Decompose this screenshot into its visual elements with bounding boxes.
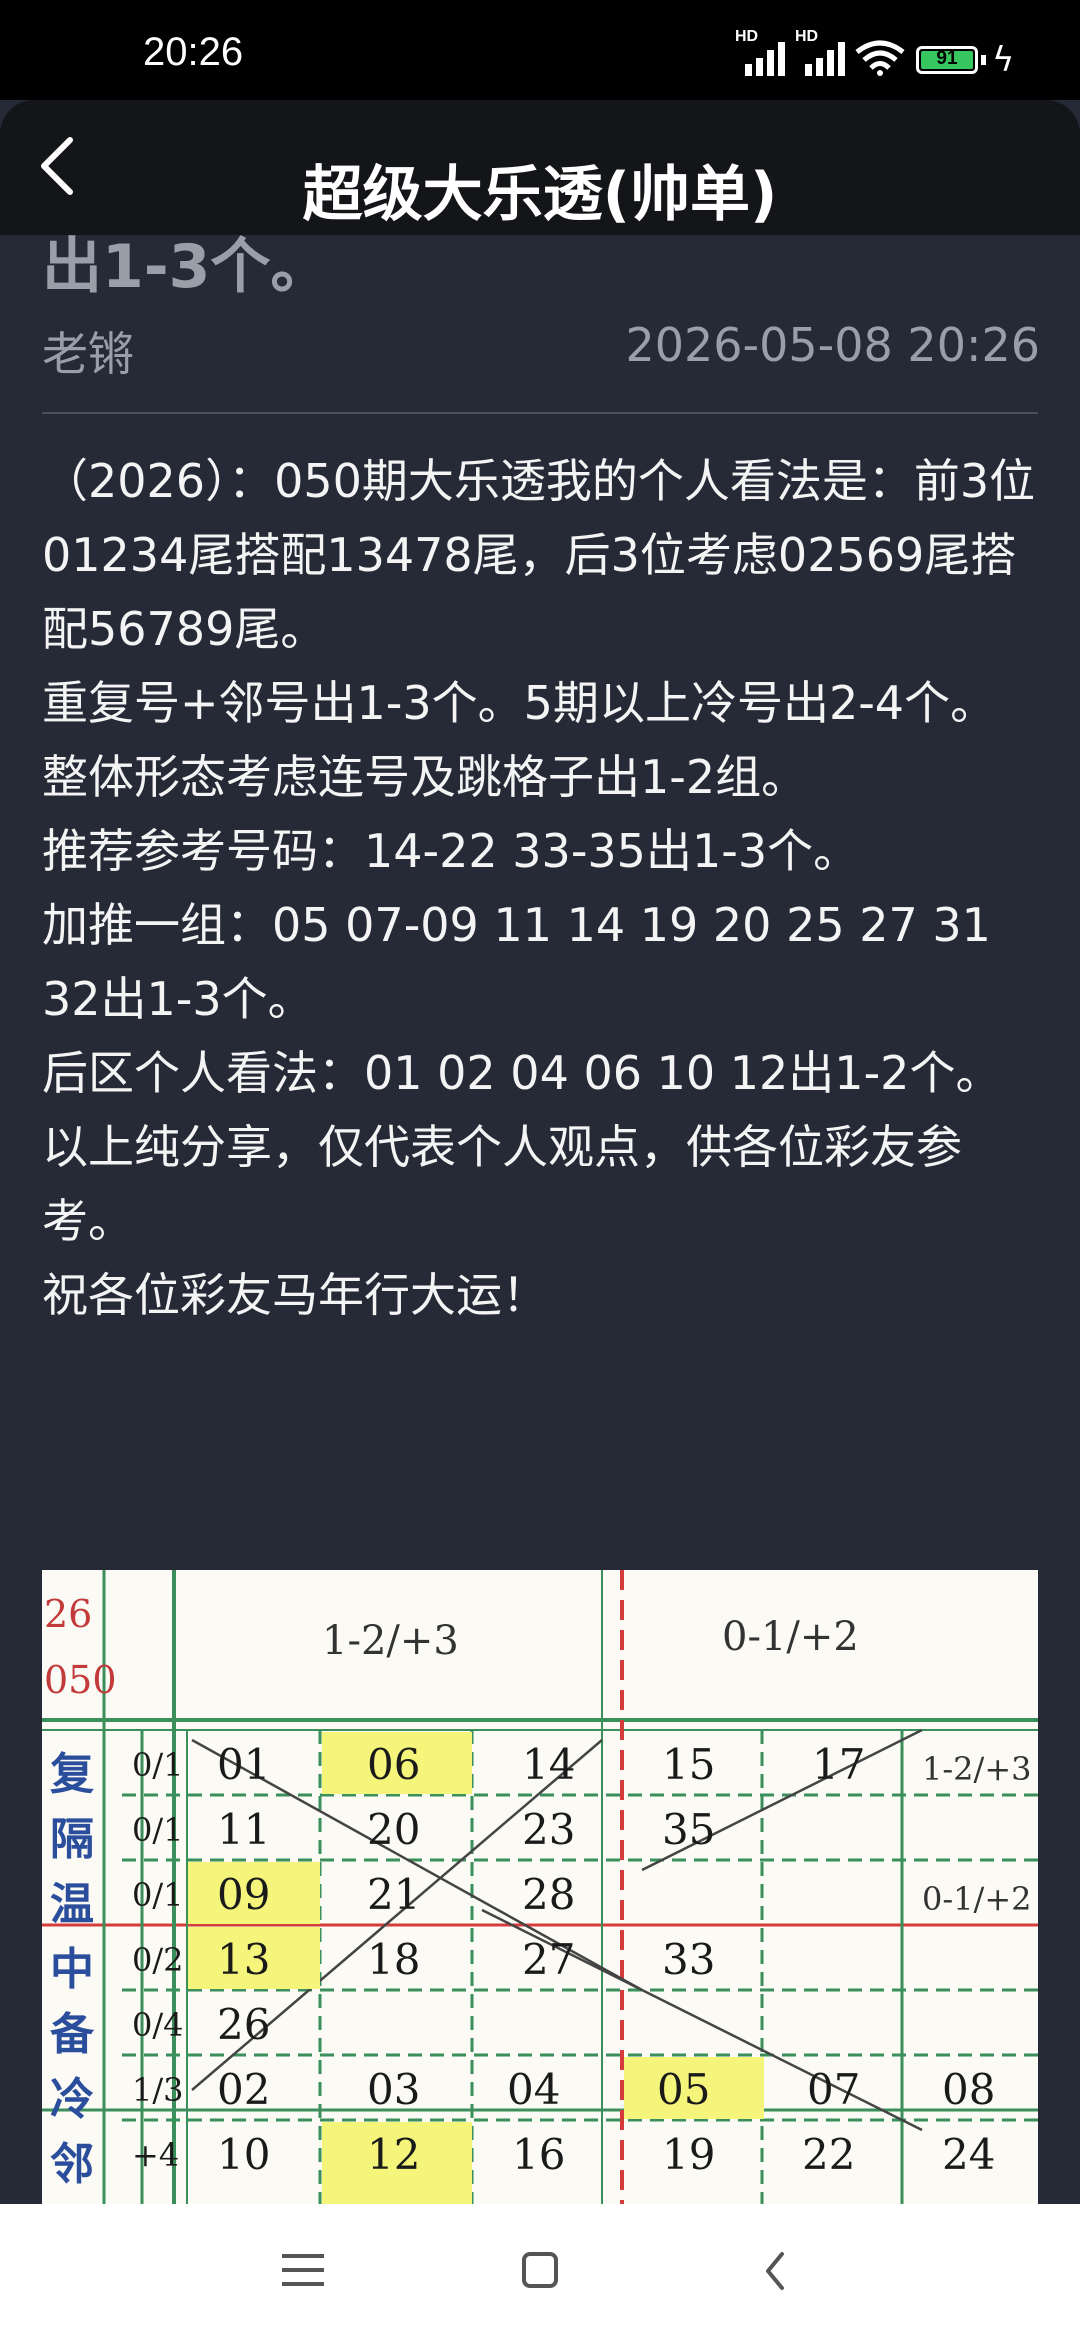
row-label: 备 <box>50 2009 94 2060</box>
number-cell: 04 <box>507 2065 561 2114</box>
side-note: 0-1/+2 <box>922 1880 1032 1918</box>
post-paragraph: （2026）：050期大乐透我的个人看法是：前3位01234尾搭配13478尾，… <box>42 454 1036 656</box>
number-cell: 14 <box>522 1740 576 1789</box>
row-ratio: 1/3 <box>132 2071 184 2109</box>
number-cell: 15 <box>662 1740 716 1789</box>
home-icon[interactable] <box>522 2252 558 2288</box>
row-ratio: 0/1 <box>132 1876 184 1914</box>
row-label: 邻 <box>50 2139 94 2190</box>
number-cell: 03 <box>367 2065 421 2114</box>
wifi-icon <box>855 40 905 76</box>
row-ratio: +4 <box>132 2136 180 2174</box>
number-cell: 17 <box>812 1740 866 1789</box>
number-cell: 09 <box>217 1870 271 1919</box>
charging-icon: ϟ <box>992 40 1015 80</box>
row-ratio: 0/1 <box>132 1811 184 1849</box>
row-label: 复 <box>50 1749 94 1800</box>
row-label: 温 <box>50 1879 94 1930</box>
number-cell: 27 <box>522 1935 576 1984</box>
post-paragraph: 重复号+邻号出1-3个。5期以上冷号出2-4个。 <box>42 676 997 730</box>
number-cell: 10 <box>217 2130 271 2179</box>
number-cell: 33 <box>662 1935 716 1984</box>
post-body: （2026）：050期大乐透我的个人看法是：前3位01234尾搭配13478尾，… <box>42 444 1042 1332</box>
row-ratio: 0/2 <box>132 1941 184 1979</box>
number-cell: 21 <box>367 1870 421 1919</box>
year-label: 26 <box>44 1592 93 1636</box>
post-paragraph: 整体形态考虑连号及跳格子出1-2组。 <box>42 750 808 804</box>
post-paragraph: 以上纯分享，仅代表个人观点，供各位彩友参考。 <box>42 1120 962 1248</box>
side-note: 1-2/+3 <box>922 1750 1032 1788</box>
post-paragraph: 后区个人看法：01 02 04 06 10 12出1-2个。 <box>42 1046 1002 1100</box>
status-bar: 20:26 HD HD 91 ϟ <box>0 0 1080 100</box>
number-cell: 12 <box>367 2130 421 2179</box>
number-cell: 05 <box>657 2065 711 2114</box>
divider <box>42 412 1038 414</box>
number-cell: 19 <box>662 2130 716 2179</box>
row-ratio: 0/4 <box>132 2006 184 2044</box>
number-cell: 23 <box>522 1805 576 1854</box>
post-paragraph: 祝各位彩友马年行大运！ <box>42 1268 548 1322</box>
number-cell: 26 <box>217 2000 271 2049</box>
top-note: 1-2/+3 <box>322 1618 459 1664</box>
number-cell: 07 <box>807 2065 861 2114</box>
number-cell: 16 <box>512 2130 566 2179</box>
number-cell: 08 <box>942 2065 996 2114</box>
number-cell: 06 <box>367 1740 421 1789</box>
number-cell: 18 <box>367 1935 421 1984</box>
number-cell: 01 <box>217 1740 271 1789</box>
post-paragraph: 推荐参考号码：14-22 33-35出1-3个。 <box>42 824 860 878</box>
app-header: 超级大乐透(帅单) <box>0 100 1080 235</box>
issue-label: 050 <box>44 1658 117 1702</box>
number-cell: 13 <box>217 1935 271 1984</box>
number-cell: 28 <box>522 1870 576 1919</box>
number-cell: 11 <box>217 1805 271 1854</box>
number-cell: 22 <box>802 2130 856 2179</box>
notebook-image[interactable]: 26 050 1-2/+3 0-1/+2 1-2/+3 0-1/+2 复 0/1… <box>42 1570 1038 2204</box>
status-time: 20:26 <box>143 30 244 74</box>
battery-icon: 91 <box>916 46 978 74</box>
number-cell: 24 <box>942 2130 996 2179</box>
row-label: 中 <box>50 1944 94 1995</box>
post-paragraph: 加推一组：05 07-09 11 14 19 20 25 27 31 32出1-… <box>42 898 991 1026</box>
number-cell: 02 <box>217 2065 271 2114</box>
number-cell: 20 <box>367 1805 421 1854</box>
battery-tip <box>981 55 986 65</box>
post-date: 2026-05-08 20:26 <box>625 318 1040 372</box>
row-label: 冷 <box>50 2074 94 2125</box>
menu-icon[interactable] <box>282 2254 324 2296</box>
system-nav-bar <box>0 2204 1080 2340</box>
top-note: 0-1/+2 <box>722 1614 859 1660</box>
post-author[interactable]: 老锵 <box>42 318 134 384</box>
scrolled-text: 出1-3个。 <box>42 232 331 302</box>
back-icon[interactable] <box>760 2248 790 2294</box>
row-label: 隔 <box>50 1814 94 1865</box>
row-ratio: 0/1 <box>132 1746 184 1784</box>
number-cell: 35 <box>662 1805 716 1854</box>
